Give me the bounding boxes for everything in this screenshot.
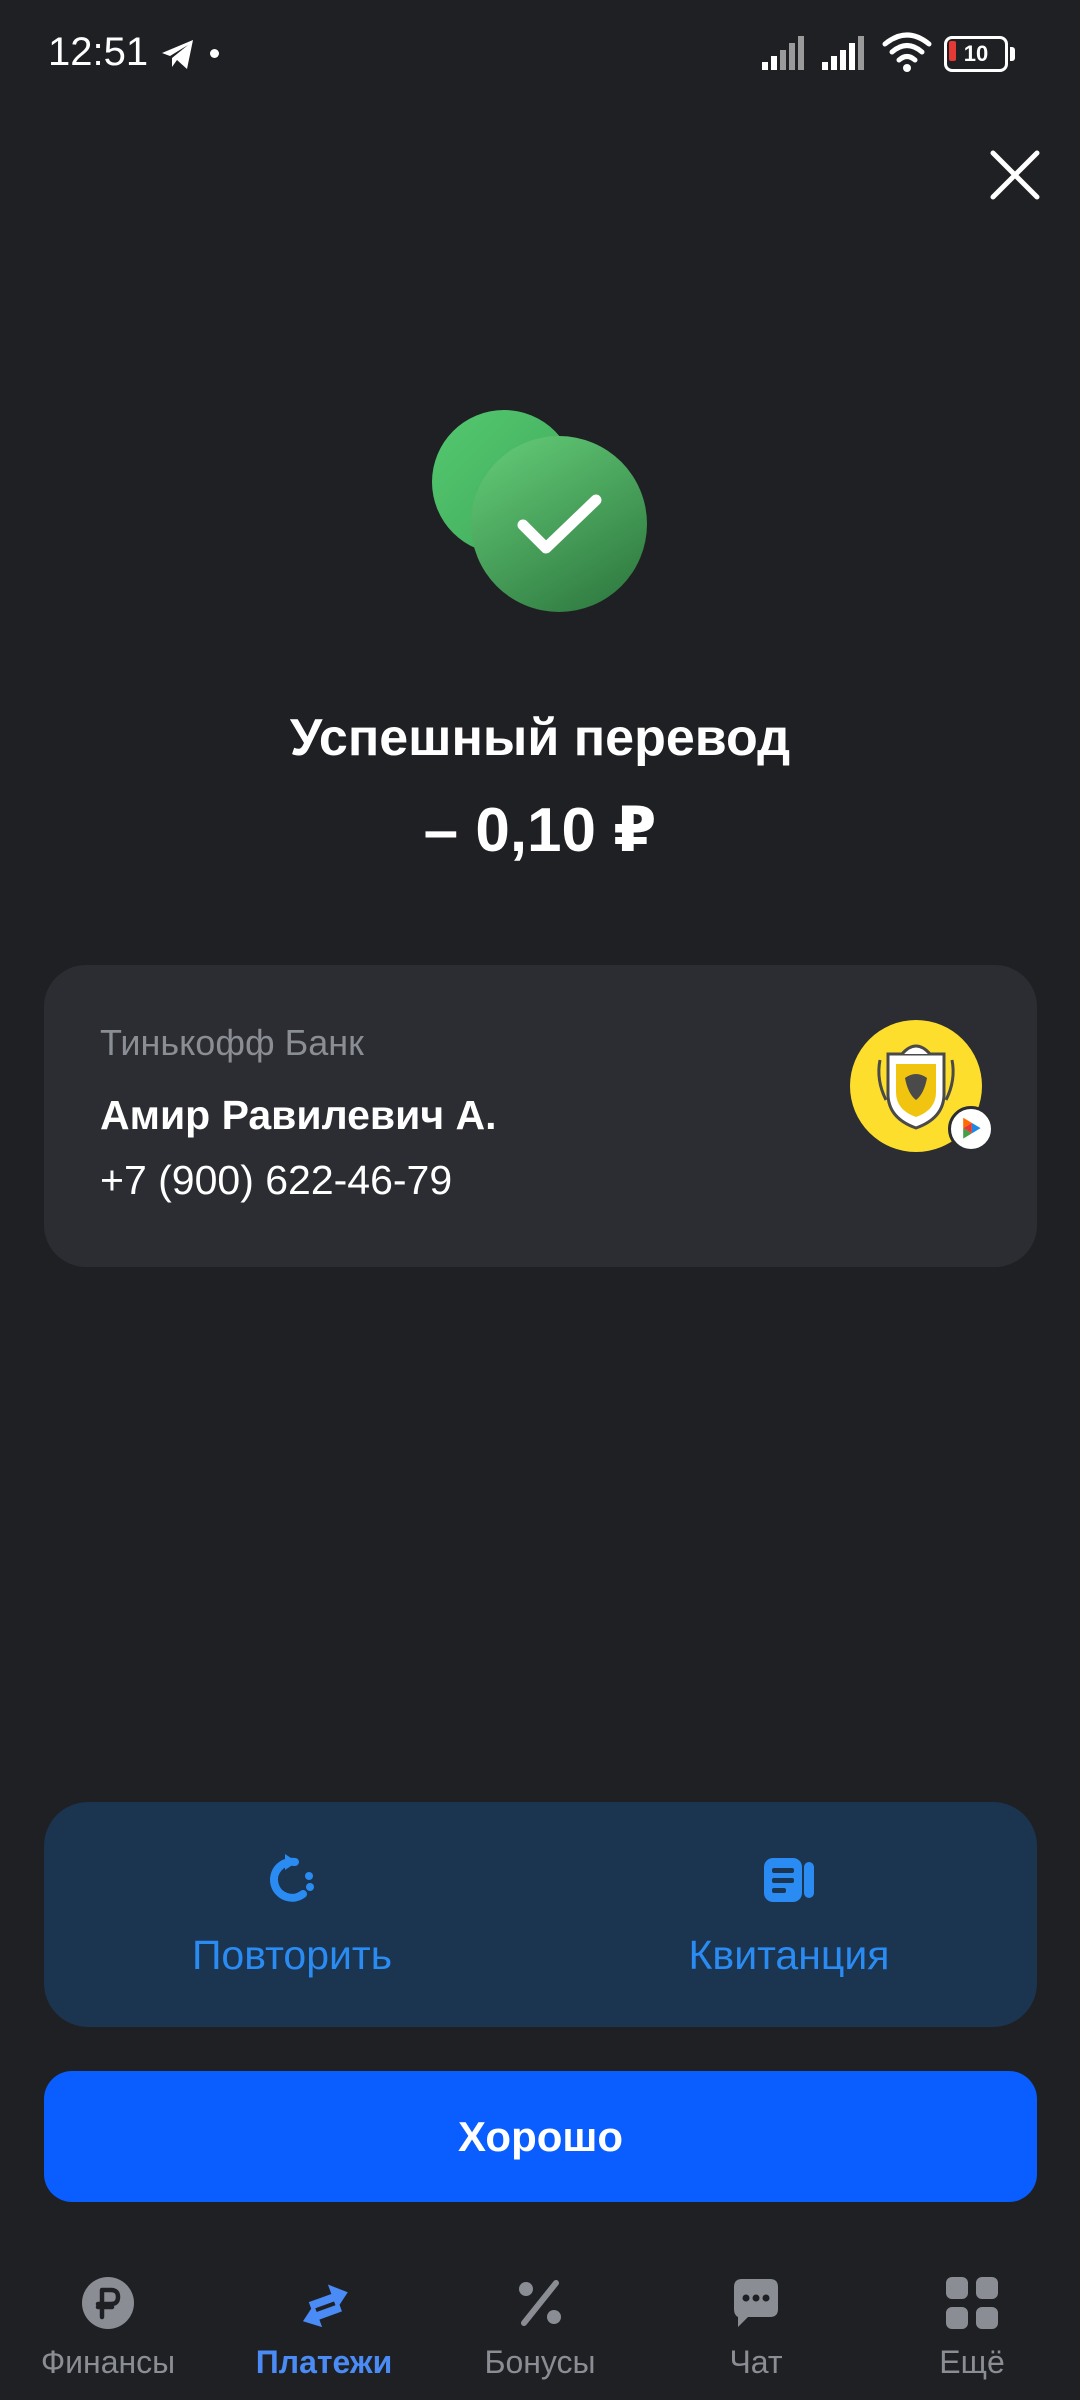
repeat-button[interactable]: Повторить [44,1802,540,2027]
recipient-phone: +7 (900) 622-46-79 [100,1157,453,1203]
nav-item-chat[interactable]: Чат [648,2240,864,2400]
notification-dot-icon [210,49,219,58]
nav-label-finance: Финансы [40,2344,176,2380]
signal-icon [762,36,804,70]
battery-icon: 10 [944,36,1016,72]
nav-item-finance[interactable]: Финансы [0,2240,216,2400]
status-bar: 12:51 10 [0,0,1080,110]
close-icon[interactable] [980,140,1050,210]
recipient-name: Амир Равилевич А. [100,1092,497,1138]
chat-icon [734,2279,778,2327]
recipient-bank: Тинькофф Банк [100,1022,364,1063]
actions-panel: Повторить Квитанция [44,1802,1037,2027]
status-time: 12:51 [48,30,149,74]
transfer-icon [302,2284,348,2328]
nav-label-bonuses: Бонусы [484,2344,596,2380]
receipt-icon [764,1858,814,1902]
repeat-icon [270,1854,314,1902]
battery-level: 10 [963,41,989,66]
percent-icon [519,2280,561,2326]
wifi-icon [882,32,932,72]
grid-icon [946,2277,998,2329]
receipt-label: Квитанция [688,1932,890,1978]
nav-label-payments: Платежи [255,2344,393,2380]
telegram-icon [162,40,193,69]
nav-label-chat: Чат [729,2344,783,2380]
ruble-icon [82,2277,134,2329]
page-title: Успешный перевод [289,709,791,767]
recipient-card: Тинькофф Банк Амир Равилевич А. +7 (900)… [44,965,1037,1267]
transfer-amount: – 0,10 ₽ [423,796,657,865]
success-check-icon [432,410,647,612]
sbp-icon [948,1106,994,1152]
signal-icon [822,36,864,70]
receipt-button[interactable]: Квитанция [541,1802,1037,2027]
nav-label-more: Ещё [939,2344,1005,2380]
nav-item-payments[interactable]: Платежи [216,2240,432,2400]
bottom-nav: Финансы Платежи Бонусы Чат Ещё [0,2240,1080,2400]
nav-item-bonuses[interactable]: Бонусы [432,2240,648,2400]
ok-button[interactable]: Хорошо [44,2071,1037,2202]
nav-item-more[interactable]: Ещё [864,2240,1080,2400]
repeat-label: Повторить [191,1932,393,1978]
